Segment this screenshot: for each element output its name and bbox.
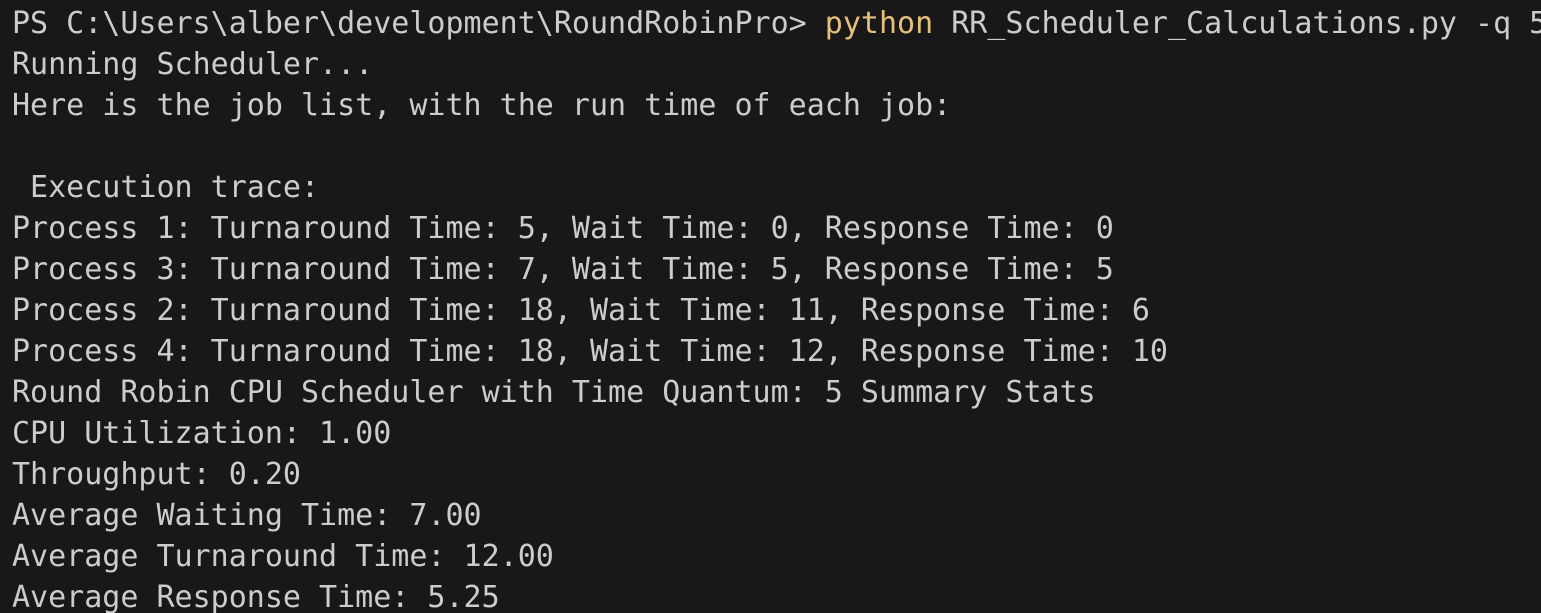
output-line: Average Turnaround Time: 12.00 <box>12 539 554 574</box>
output-line: Process 2: Turnaround Time: 18, Wait Tim… <box>12 293 1150 328</box>
output-line: Running Scheduler... <box>12 47 374 82</box>
output-line: Execution trace: <box>12 170 320 205</box>
command-name: python <box>824 6 934 41</box>
output-line: Round Robin CPU Scheduler with Time Quan… <box>12 375 1096 410</box>
terminal-window[interactable]: PS C:\Users\alber\development\RoundRobin… <box>0 0 1541 613</box>
output-line: CPU Utilization: 1.00 <box>12 416 392 451</box>
output-line: Average Response Time: 5.25 <box>12 580 500 613</box>
output-line: Here is the job list, with the run time … <box>12 88 952 123</box>
shell-prompt: PS C:\Users\alber\development\RoundRobin… <box>12 6 825 41</box>
command-line: PS C:\Users\alber\development\RoundRobin… <box>12 3 1541 44</box>
output-line: Process 1: Turnaround Time: 5, Wait Time… <box>12 211 1114 246</box>
output-line: Process 3: Turnaround Time: 7, Wait Time… <box>12 252 1114 287</box>
output-line: Average Waiting Time: 7.00 <box>12 498 482 533</box>
command-args: RR_Scheduler_Calculations.py -q 5 <box>933 6 1541 41</box>
output-line: Process 4: Turnaround Time: 18, Wait Tim… <box>12 334 1168 369</box>
output-line: Throughput: 0.20 <box>12 457 301 492</box>
